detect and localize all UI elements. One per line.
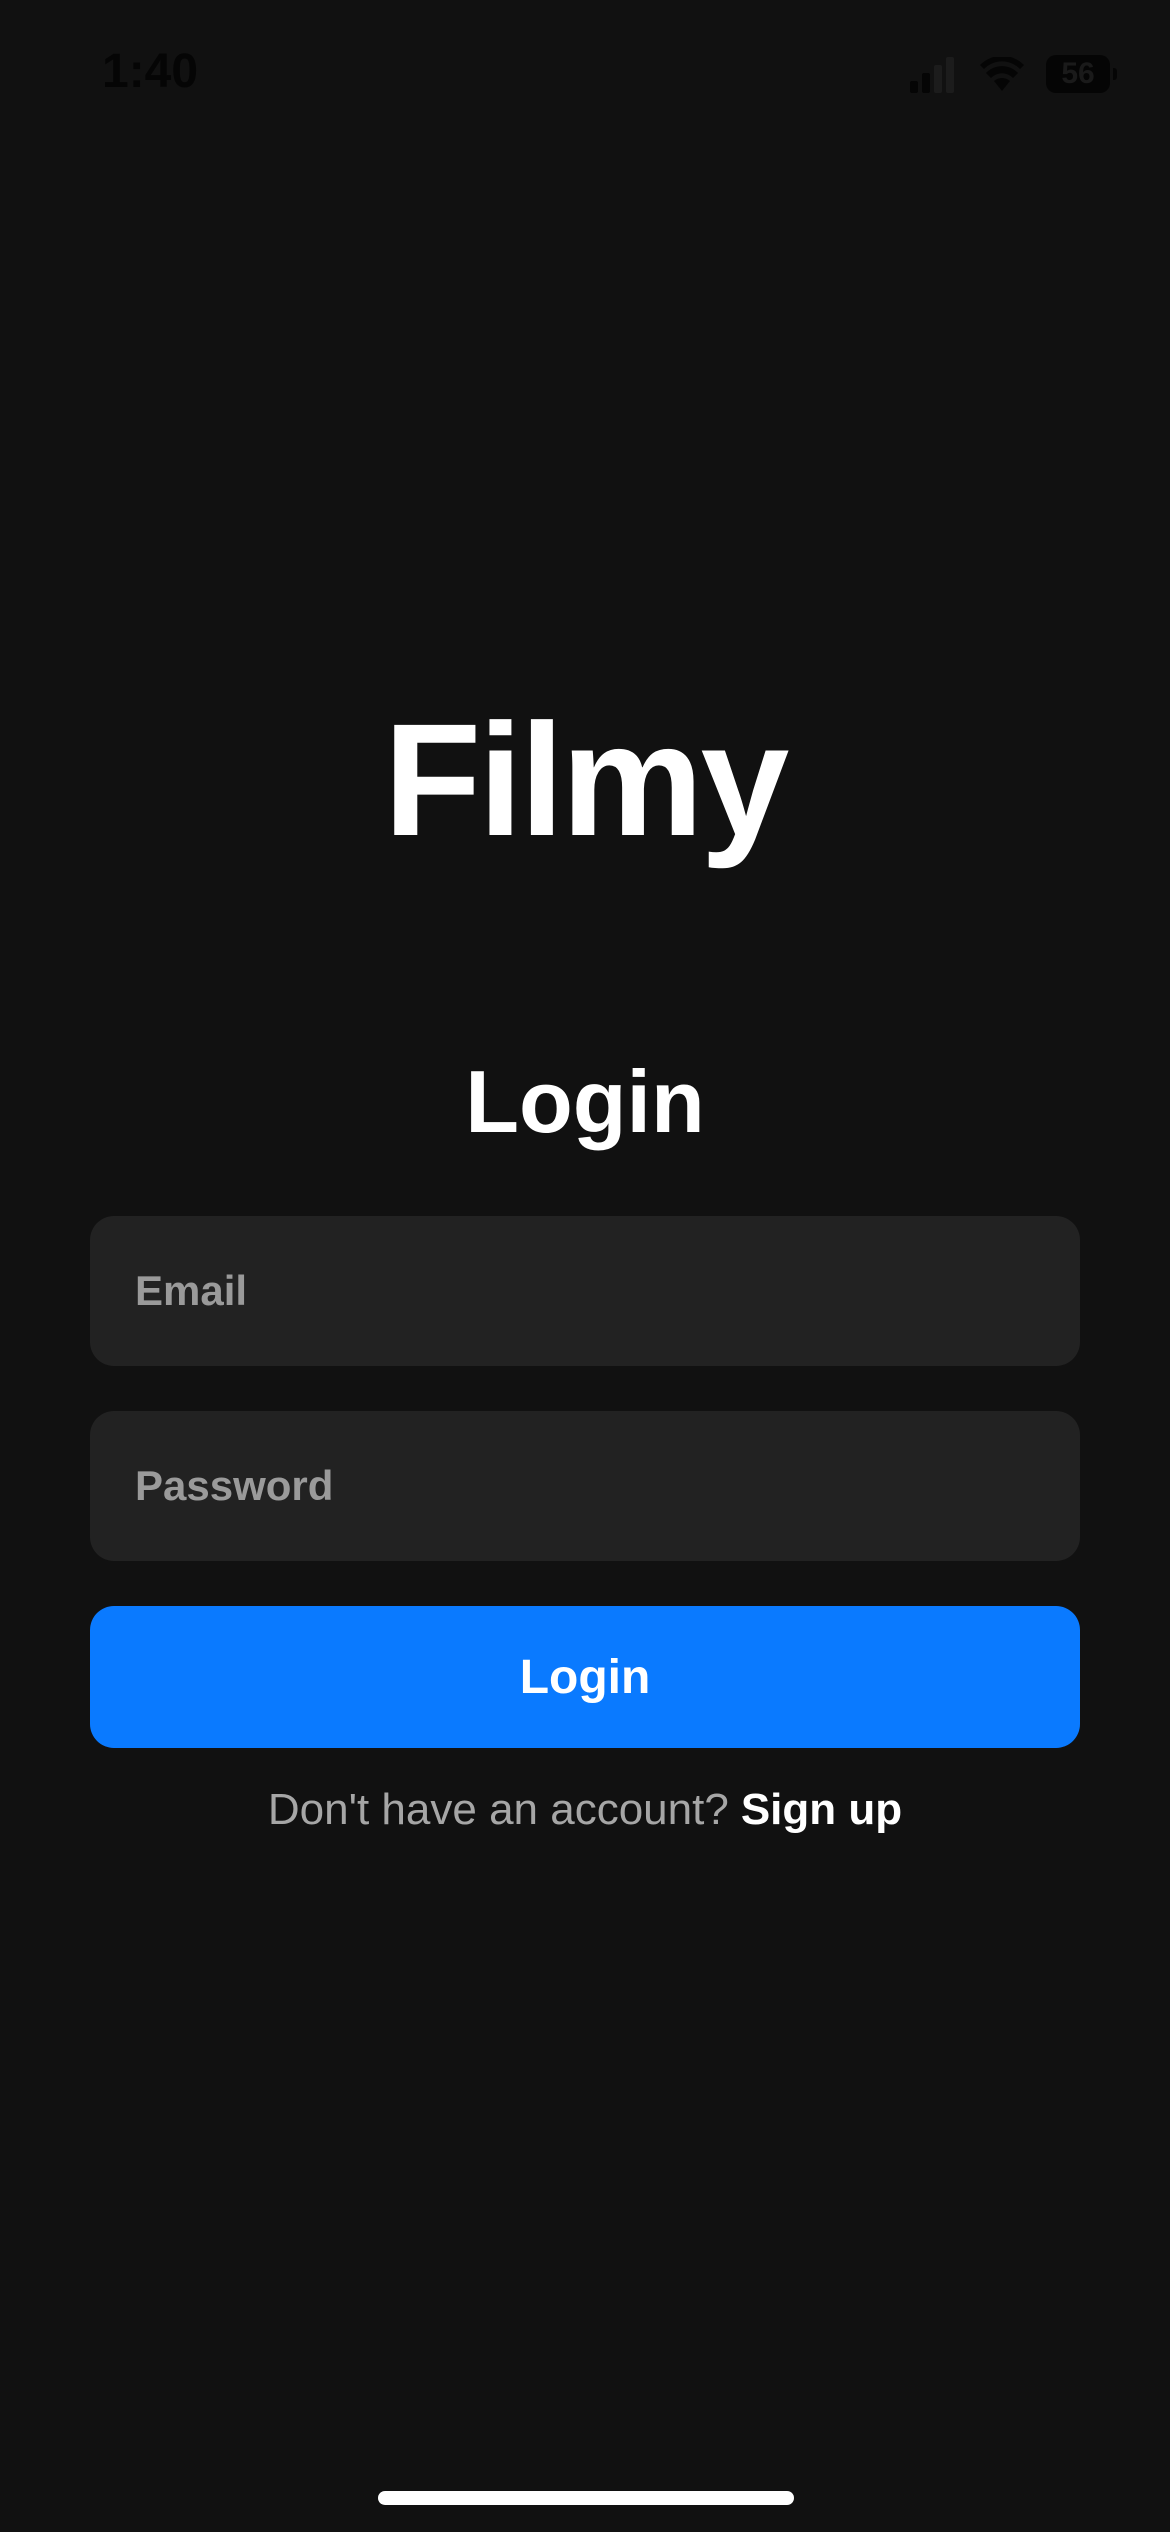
home-indicator[interactable] (378, 2491, 794, 2505)
password-field[interactable] (90, 1411, 1080, 1561)
wifi-icon (980, 57, 1024, 91)
battery-icon: 56 (1046, 55, 1117, 93)
email-field[interactable] (90, 1216, 1080, 1366)
login-button[interactable]: Login (90, 1606, 1080, 1748)
status-bar: 1:40 56 (0, 0, 1170, 150)
signal-icon (910, 57, 954, 93)
status-time: 1:40 (102, 45, 199, 98)
status-icons: 56 (908, 54, 1117, 94)
app-logo: Filmy (383, 690, 790, 869)
battery-level: 56 (1061, 57, 1095, 90)
signup-link[interactable]: Sign up (741, 1785, 902, 1834)
signup-row: Don't have an account? Sign up (0, 1783, 1170, 1837)
login-title: Login (465, 1052, 705, 1151)
signup-prompt: Don't have an account? (267, 1785, 729, 1834)
